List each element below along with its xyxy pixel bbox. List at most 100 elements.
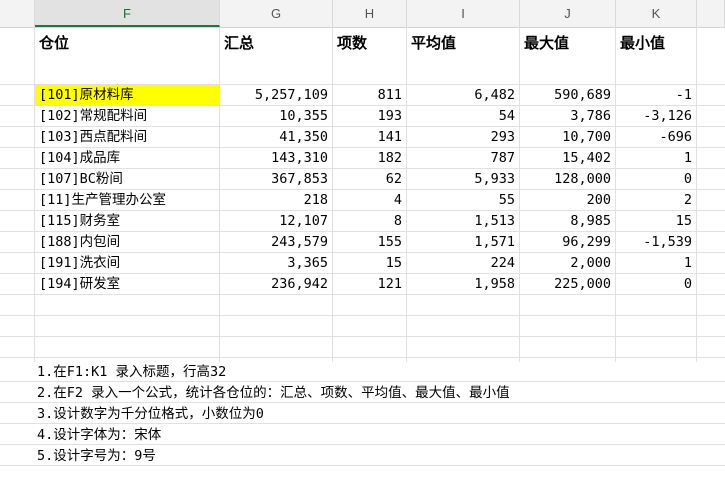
cell-max[interactable]: 225,000	[520, 274, 616, 294]
cell-max[interactable]: 590,689	[520, 85, 616, 105]
empty-row[interactable]	[0, 295, 725, 316]
cell-count[interactable]: 141	[333, 127, 407, 147]
cell-count[interactable]: 155	[333, 232, 407, 252]
cell-max[interactable]: 3,786	[520, 106, 616, 126]
cell-count[interactable]: 182	[333, 148, 407, 168]
instruction-note[interactable]: 1.在F1:K1 录入标题，行高32	[0, 362, 725, 382]
cell-total[interactable]: 367,853	[220, 169, 333, 189]
header-cell-warehouse[interactable]: 仓位	[35, 27, 220, 84]
cell-min[interactable]: 1	[616, 148, 697, 168]
header-cell-total[interactable]: 汇总	[220, 27, 333, 84]
cell-count[interactable]: 62	[333, 169, 407, 189]
table-row: [103]西点配料间 41,350 141 293 10,700 -696	[0, 127, 725, 148]
cell-warehouse[interactable]: [194]研发室	[35, 274, 220, 294]
header-cell-max[interactable]: 最大值	[520, 27, 616, 84]
cell-min[interactable]: -696	[616, 127, 697, 147]
column-header-k[interactable]: K	[616, 0, 697, 27]
cell-warehouse[interactable]: [103]西点配料间	[35, 127, 220, 147]
grid-line	[406, 27, 407, 362]
cell-average[interactable]: 293	[407, 127, 520, 147]
grid-line	[519, 27, 520, 362]
column-header-i[interactable]: I	[407, 0, 520, 27]
cell-min[interactable]: -3,126	[616, 106, 697, 126]
cell-max[interactable]: 96,299	[520, 232, 616, 252]
cell-min[interactable]: 0	[616, 274, 697, 294]
cell-max[interactable]: 200	[520, 190, 616, 210]
cell-max[interactable]: 2,000	[520, 253, 616, 273]
cell-min[interactable]: -1	[616, 85, 697, 105]
header-cell-average[interactable]: 平均值	[407, 27, 520, 84]
cell-average[interactable]: 5,933	[407, 169, 520, 189]
empty-row[interactable]	[0, 337, 725, 358]
cell-max[interactable]: 128,000	[520, 169, 616, 189]
column-header-f[interactable]: F	[35, 0, 220, 27]
cell-warehouse[interactable]: [115]财务室	[35, 211, 220, 231]
cell-min[interactable]: 0	[616, 169, 697, 189]
column-header-g[interactable]: G	[220, 0, 333, 27]
cell-total[interactable]: 41,350	[220, 127, 333, 147]
cell-total[interactable]: 236,942	[220, 274, 333, 294]
header-cell-count[interactable]: 项数	[333, 27, 407, 84]
column-header-j[interactable]: J	[520, 0, 616, 27]
empty-row[interactable]	[0, 316, 725, 337]
table-row: [194]研发室 236,942 121 1,958 225,000 0	[0, 274, 725, 295]
column-header-overflow[interactable]	[697, 0, 725, 27]
cell-warehouse[interactable]: [191]洗衣间	[35, 253, 220, 273]
cell-total[interactable]: 143,310	[220, 148, 333, 168]
cell-count[interactable]: 15	[333, 253, 407, 273]
cell-count[interactable]: 8	[333, 211, 407, 231]
cell-min[interactable]: 1	[616, 253, 697, 273]
table-row: [107]BC粉间 367,853 62 5,933 128,000 0	[0, 169, 725, 190]
cell-count[interactable]: 121	[333, 274, 407, 294]
cell-total[interactable]: 3,365	[220, 253, 333, 273]
cell-count[interactable]: 811	[333, 85, 407, 105]
cell-max[interactable]: 15,402	[520, 148, 616, 168]
cell-count[interactable]: 4	[333, 190, 407, 210]
instruction-note[interactable]: 4.设计字体为：宋体	[0, 425, 725, 445]
cell-min[interactable]: -1,539	[616, 232, 697, 252]
instruction-note[interactable]: 3.设计数字为千分位格式，小数位为0	[0, 404, 725, 424]
table-row: [102]常规配料间 10,355 193 54 3,786 -3,126	[0, 106, 725, 127]
cell-max[interactable]: 10,700	[520, 127, 616, 147]
column-header-row: F G H I J K	[0, 0, 725, 28]
cell-average[interactable]: 1,958	[407, 274, 520, 294]
cell-warehouse[interactable]: [11]生产管理办公室	[35, 190, 220, 210]
cell-average[interactable]: 54	[407, 106, 520, 126]
cell-warehouse[interactable]: [101]原材料库	[35, 85, 220, 105]
cell-total[interactable]: 10,355	[220, 106, 333, 126]
cell-average[interactable]: 55	[407, 190, 520, 210]
table-row: [11]生产管理办公室 218 4 55 200 2	[0, 190, 725, 211]
column-header-h[interactable]: H	[333, 0, 407, 27]
title-row: 仓位 汇总 项数 平均值 最大值 最小值	[0, 27, 725, 85]
grid-line	[696, 27, 697, 362]
cell-max[interactable]: 8,985	[520, 211, 616, 231]
spreadsheet-grid[interactable]: F G H I J K 仓位 汇总 项数 平均值 最大值 最小值 [101]原材…	[0, 0, 725, 483]
cell-average[interactable]: 787	[407, 148, 520, 168]
header-cell-min[interactable]: 最小值	[616, 27, 697, 84]
cell-average[interactable]: 1,571	[407, 232, 520, 252]
cell-average[interactable]: 6,482	[407, 85, 520, 105]
cell-total[interactable]: 243,579	[220, 232, 333, 252]
grid-line	[34, 27, 35, 362]
table-row: [101]原材料库 5,257,109 811 6,482 590,689 -1	[0, 85, 725, 106]
table-row: [104]成品库 143,310 182 787 15,402 1	[0, 148, 725, 169]
cell-average[interactable]: 1,513	[407, 211, 520, 231]
cell-total[interactable]: 12,107	[220, 211, 333, 231]
cell-total[interactable]: 5,257,109	[220, 85, 333, 105]
instruction-note[interactable]: 5.设计字号为：9号	[0, 446, 725, 466]
cell-min[interactable]: 2	[616, 190, 697, 210]
cell-warehouse[interactable]: [188]内包间	[35, 232, 220, 252]
cell-total[interactable]: 218	[220, 190, 333, 210]
grid-line	[615, 27, 616, 362]
table-row: [188]内包间 243,579 155 1,571 96,299 -1,539	[0, 232, 725, 253]
grid-line	[332, 27, 333, 362]
cell-average[interactable]: 224	[407, 253, 520, 273]
cell-warehouse[interactable]: [104]成品库	[35, 148, 220, 168]
cell-warehouse[interactable]: [107]BC粉间	[35, 169, 220, 189]
instruction-note[interactable]: 2.在F2 录入一个公式，统计各仓位的：汇总、项数、平均值、最大值、最小值	[0, 383, 725, 403]
cell-warehouse[interactable]: [102]常规配料间	[35, 106, 220, 126]
cell-count[interactable]: 193	[333, 106, 407, 126]
corner-cell[interactable]	[0, 0, 35, 27]
table-row: [191]洗衣间 3,365 15 224 2,000 1	[0, 253, 725, 274]
cell-min[interactable]: 15	[616, 211, 697, 231]
